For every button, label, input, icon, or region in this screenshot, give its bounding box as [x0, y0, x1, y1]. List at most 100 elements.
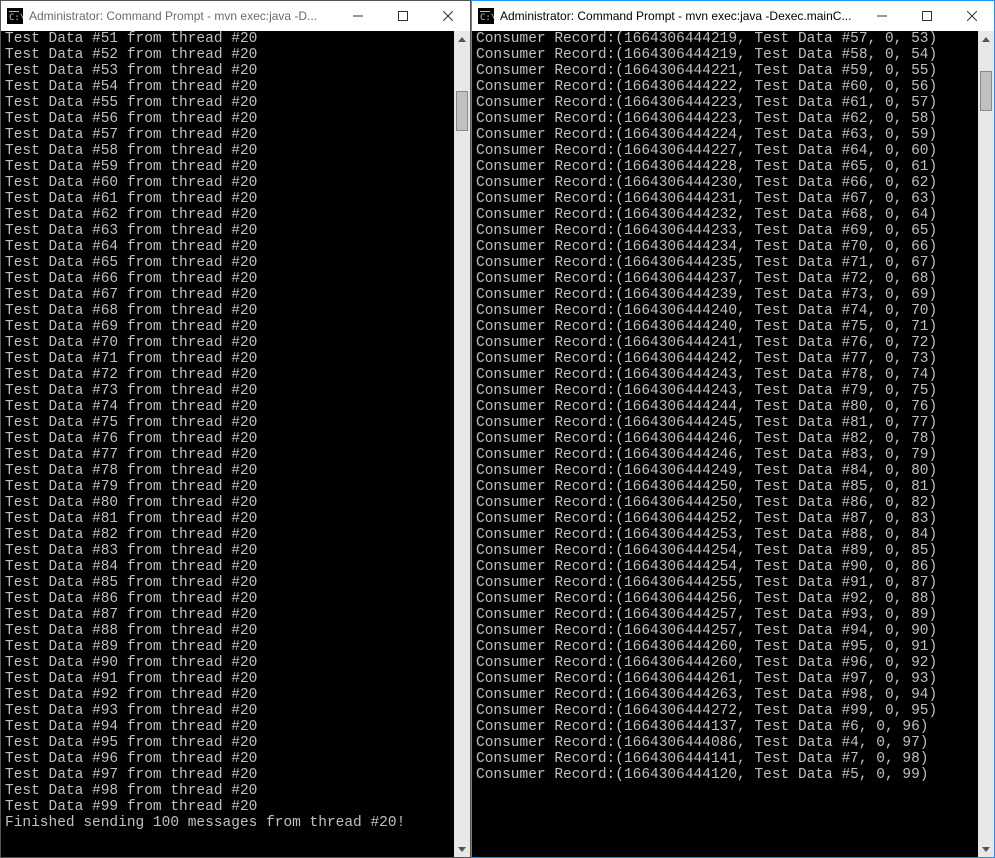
console-output[interactable]: Consumer Record:(1664306444219, Test Dat…: [472, 31, 978, 857]
scroll-up-button[interactable]: [454, 31, 470, 47]
console-line: Test Data #88 from thread #20: [5, 623, 450, 639]
console-line: Test Data #57 from thread #20: [5, 127, 450, 143]
cmd-window-consumer: C:\ Administrator: Command Prompt - mvn …: [471, 0, 995, 858]
console-line: Consumer Record:(1664306444272, Test Dat…: [476, 703, 974, 719]
console-line: Test Data #62 from thread #20: [5, 207, 450, 223]
console-line: Consumer Record:(1664306444221, Test Dat…: [476, 63, 974, 79]
console-line: Test Data #75 from thread #20: [5, 415, 450, 431]
console-line: Test Data #84 from thread #20: [5, 559, 450, 575]
console-line: Consumer Record:(1664306444235, Test Dat…: [476, 255, 974, 271]
console-line: Test Data #98 from thread #20: [5, 783, 450, 799]
console-line: Test Data #64 from thread #20: [5, 239, 450, 255]
console-line: Consumer Record:(1664306444250, Test Dat…: [476, 495, 974, 511]
console-line: Test Data #83 from thread #20: [5, 543, 450, 559]
console-line: Test Data #96 from thread #20: [5, 751, 450, 767]
console-line: Test Data #52 from thread #20: [5, 47, 450, 63]
console-line: Consumer Record:(1664306444120, Test Dat…: [476, 767, 974, 783]
console-line: Consumer Record:(1664306444246, Test Dat…: [476, 447, 974, 463]
console-line: Test Data #56 from thread #20: [5, 111, 450, 127]
console-line: Consumer Record:(1664306444230, Test Dat…: [476, 175, 974, 191]
console-line: Test Data #82 from thread #20: [5, 527, 450, 543]
scroll-up-button[interactable]: [978, 31, 994, 47]
console-line: Consumer Record:(1664306444257, Test Dat…: [476, 623, 974, 639]
vertical-scrollbar[interactable]: [978, 31, 994, 857]
scroll-thumb[interactable]: [456, 91, 468, 131]
console-line: Test Data #90 from thread #20: [5, 655, 450, 671]
console-line: Test Data #65 from thread #20: [5, 255, 450, 271]
console-line: Consumer Record:(1664306444137, Test Dat…: [476, 719, 974, 735]
console-line: Test Data #94 from thread #20: [5, 719, 450, 735]
console-line: Test Data #67 from thread #20: [5, 287, 450, 303]
svg-text:C:\: C:\: [480, 13, 494, 23]
scroll-thumb[interactable]: [980, 71, 992, 111]
window-title: Administrator: Command Prompt - mvn exec…: [29, 9, 335, 23]
console-line: Consumer Record:(1664306444086, Test Dat…: [476, 735, 974, 751]
console-line: Test Data #85 from thread #20: [5, 575, 450, 591]
console-line: Consumer Record:(1664306444233, Test Dat…: [476, 223, 974, 239]
console-line: Test Data #79 from thread #20: [5, 479, 450, 495]
console-line: Consumer Record:(1664306444219, Test Dat…: [476, 31, 974, 47]
console-line: Test Data #54 from thread #20: [5, 79, 450, 95]
console-line: Test Data #68 from thread #20: [5, 303, 450, 319]
console-line: Consumer Record:(1664306444260, Test Dat…: [476, 655, 974, 671]
console-line: Consumer Record:(1664306444240, Test Dat…: [476, 319, 974, 335]
console-line: Test Data #60 from thread #20: [5, 175, 450, 191]
console-line: Test Data #59 from thread #20: [5, 159, 450, 175]
maximize-button[interactable]: [904, 1, 949, 31]
console-line: Test Data #74 from thread #20: [5, 399, 450, 415]
console-output[interactable]: Test Data #51 from thread #20Test Data #…: [1, 31, 454, 857]
console-line: Consumer Record:(1664306444227, Test Dat…: [476, 143, 974, 159]
console-line: Test Data #86 from thread #20: [5, 591, 450, 607]
console-line: Test Data #63 from thread #20: [5, 223, 450, 239]
scroll-down-button[interactable]: [454, 841, 470, 857]
console-line: Consumer Record:(1664306444241, Test Dat…: [476, 335, 974, 351]
console-line: Test Data #89 from thread #20: [5, 639, 450, 655]
console-line: Test Data #78 from thread #20: [5, 463, 450, 479]
console-line: Consumer Record:(1664306444242, Test Dat…: [476, 351, 974, 367]
console-line: Consumer Record:(1664306444231, Test Dat…: [476, 191, 974, 207]
console-line: Test Data #73 from thread #20: [5, 383, 450, 399]
console-line: Test Data #80 from thread #20: [5, 495, 450, 511]
console-line: Test Data #51 from thread #20: [5, 31, 450, 47]
console-line: Test Data #91 from thread #20: [5, 671, 450, 687]
console-line: Test Data #61 from thread #20: [5, 191, 450, 207]
console-line: Consumer Record:(1664306444255, Test Dat…: [476, 575, 974, 591]
cmd-window-producer: C:\ Administrator: Command Prompt - mvn …: [0, 0, 471, 858]
maximize-button[interactable]: [380, 1, 425, 31]
console-line: Consumer Record:(1664306444252, Test Dat…: [476, 511, 974, 527]
titlebar[interactable]: C:\ Administrator: Command Prompt - mvn …: [472, 1, 994, 31]
console-line: Consumer Record:(1664306444243, Test Dat…: [476, 383, 974, 399]
console-line: Test Data #58 from thread #20: [5, 143, 450, 159]
console-line: Consumer Record:(1664306444249, Test Dat…: [476, 463, 974, 479]
close-button[interactable]: [949, 1, 994, 31]
console-line: Consumer Record:(1664306444219, Test Dat…: [476, 47, 974, 63]
console-line: Consumer Record:(1664306444223, Test Dat…: [476, 111, 974, 127]
console-line: Test Data #99 from thread #20: [5, 799, 450, 815]
console-line: Test Data #72 from thread #20: [5, 367, 450, 383]
vertical-scrollbar[interactable]: [454, 31, 470, 857]
minimize-button[interactable]: [335, 1, 380, 31]
console-line: Consumer Record:(1664306444263, Test Dat…: [476, 687, 974, 703]
console-line: Consumer Record:(1664306444232, Test Dat…: [476, 207, 974, 223]
minimize-button[interactable]: [859, 1, 904, 31]
titlebar[interactable]: C:\ Administrator: Command Prompt - mvn …: [1, 1, 470, 31]
console-line: Consumer Record:(1664306444257, Test Dat…: [476, 607, 974, 623]
console-line: Consumer Record:(1664306444256, Test Dat…: [476, 591, 974, 607]
svg-text:C:\: C:\: [9, 13, 23, 23]
console-line: Test Data #81 from thread #20: [5, 511, 450, 527]
console-line: Test Data #95 from thread #20: [5, 735, 450, 751]
console-line: Consumer Record:(1664306444246, Test Dat…: [476, 431, 974, 447]
cmd-icon: C:\: [7, 8, 23, 24]
console-line: Test Data #87 from thread #20: [5, 607, 450, 623]
console-line: Consumer Record:(1664306444254, Test Dat…: [476, 559, 974, 575]
console-line: Consumer Record:(1664306444245, Test Dat…: [476, 415, 974, 431]
console-line: Test Data #93 from thread #20: [5, 703, 450, 719]
console-line: Test Data #76 from thread #20: [5, 431, 450, 447]
scroll-down-button[interactable]: [978, 841, 994, 857]
console-line: Consumer Record:(1664306444243, Test Dat…: [476, 367, 974, 383]
console-line: Consumer Record:(1664306444228, Test Dat…: [476, 159, 974, 175]
close-button[interactable]: [425, 1, 470, 31]
console-line: Consumer Record:(1664306444260, Test Dat…: [476, 639, 974, 655]
console-line: Consumer Record:(1664306444141, Test Dat…: [476, 751, 974, 767]
console-line: Consumer Record:(1664306444253, Test Dat…: [476, 527, 974, 543]
